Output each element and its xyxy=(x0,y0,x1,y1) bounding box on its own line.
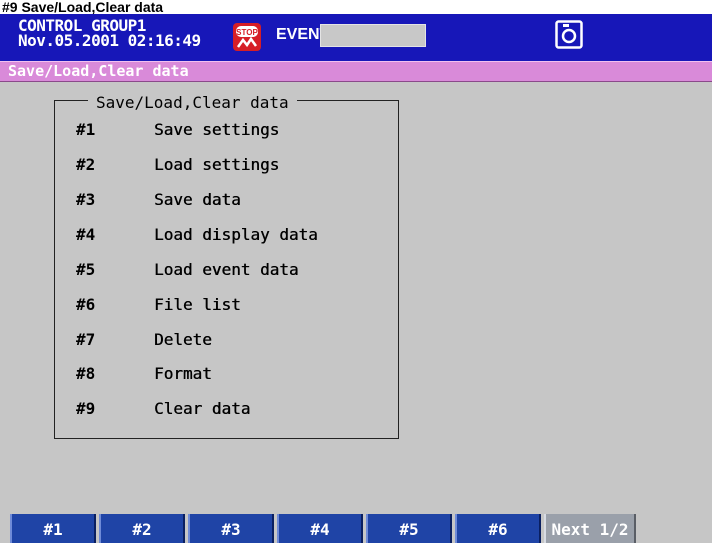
menu-item-label: Clear data xyxy=(154,399,251,418)
menu-item-number: #6 xyxy=(76,295,96,314)
softkey-6[interactable]: #6 xyxy=(455,514,541,543)
menu-item-label: Load display data xyxy=(154,225,318,244)
menu-item-label: Load settings xyxy=(154,155,280,174)
screen-title-bar: Save/Load,Clear data xyxy=(0,61,712,82)
svg-text:STOP: STOP xyxy=(236,28,258,37)
status-bar: CONTROL GROUP1 Nov.05.2001 02:16:49 STOP… xyxy=(0,14,712,61)
menu-item-number: #1 xyxy=(76,120,96,139)
menu-item-load-event-data[interactable]: #5 Load event data xyxy=(76,260,376,290)
menu-item-label: Format xyxy=(154,364,212,383)
menu-item-label: Save data xyxy=(154,190,241,209)
softkey-bar: #1 #2 #3 #4 #5 #6 Next 1/2 xyxy=(0,514,712,543)
menu-item-number: #4 xyxy=(76,225,96,244)
menu-item-number: #7 xyxy=(76,330,96,349)
menu-item-save-settings[interactable]: #1 Save settings xyxy=(76,120,376,150)
softkey-4[interactable]: #4 xyxy=(277,514,363,543)
softkey-3[interactable]: #3 xyxy=(188,514,274,543)
softkey-2[interactable]: #2 xyxy=(99,514,185,543)
menu-title: Save/Load,Clear data xyxy=(88,94,297,112)
date-time: Nov.05.2001 02:16:49 xyxy=(18,31,201,50)
menu-item-label: Delete xyxy=(154,330,212,349)
menu-item-file-list[interactable]: #6 File list xyxy=(76,295,376,325)
menu-item-delete[interactable]: #7 Delete xyxy=(76,330,376,360)
menu-item-number: #5 xyxy=(76,260,96,279)
menu-item-save-data[interactable]: #3 Save data xyxy=(76,190,376,220)
screen-title: Save/Load,Clear data xyxy=(8,62,189,80)
menu-item-clear-data[interactable]: #9 Clear data xyxy=(76,399,376,429)
menu-item-number: #3 xyxy=(76,190,96,209)
menu-item-label: File list xyxy=(154,295,241,314)
menu-item-number: #9 xyxy=(76,399,96,418)
next-page-softkey[interactable]: Next 1/2 xyxy=(544,514,636,543)
snapshot-icon[interactable] xyxy=(555,20,583,50)
stop-icon: STOP xyxy=(233,23,261,51)
menu-item-load-display-data[interactable]: #4 Load display data xyxy=(76,225,376,255)
menu-item-number: #2 xyxy=(76,155,96,174)
menu-item-load-settings[interactable]: #2 Load settings xyxy=(76,155,376,185)
event-indicator xyxy=(320,24,426,47)
menu-item-number: #8 xyxy=(76,364,96,383)
menu-item-format[interactable]: #8 Format xyxy=(76,364,376,394)
softkey-5[interactable]: #5 xyxy=(366,514,452,543)
figure-caption: #9 Save/Load,Clear data xyxy=(2,0,164,14)
menu-item-label: Save settings xyxy=(154,120,280,139)
menu-item-label: Load event data xyxy=(154,260,299,279)
softkey-1[interactable]: #1 xyxy=(10,514,96,543)
recorder-screen: CONTROL GROUP1 Nov.05.2001 02:16:49 STOP… xyxy=(0,14,712,543)
